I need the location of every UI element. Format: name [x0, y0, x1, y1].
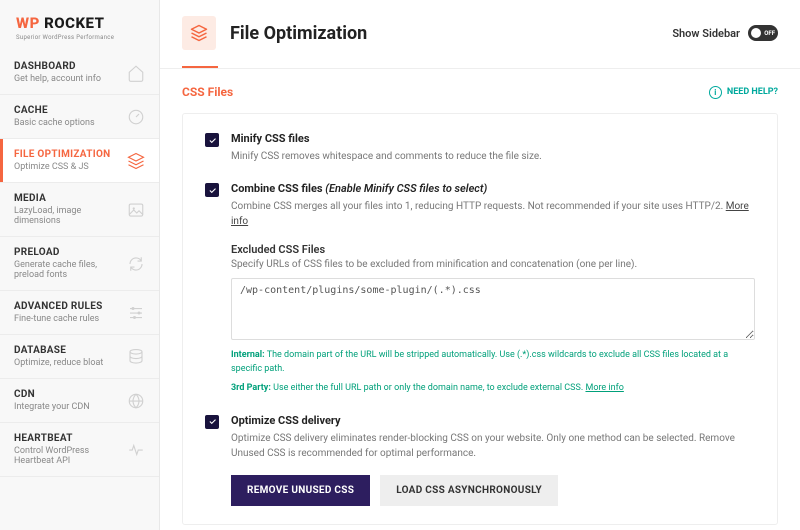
layers-icon — [182, 16, 216, 50]
nav-title: CACHE — [14, 105, 127, 116]
home-icon — [127, 64, 145, 82]
nav-title: CDN — [14, 389, 127, 400]
heartbeat-icon — [127, 441, 145, 459]
sliders-icon — [127, 304, 145, 322]
optimize-css-title: Optimize CSS delivery — [231, 414, 755, 427]
layers-icon — [127, 152, 145, 170]
minify-css-checkbox[interactable] — [205, 133, 219, 147]
need-help-link[interactable]: i NEED HELP? — [709, 86, 778, 99]
header: File Optimization Show Sidebar OFF — [160, 0, 800, 66]
nav-sub: Optimize CSS & JS — [14, 162, 127, 172]
logo-rocket: ROCKET — [44, 14, 104, 32]
info-icon: i — [709, 86, 722, 99]
optimize-css-checkbox[interactable] — [205, 415, 219, 429]
nav-title: PRELOAD — [14, 247, 127, 258]
logo-wp: WP — [16, 14, 40, 32]
nav: DASHBOARD Get help, account info CACHE Basi… — [0, 51, 159, 530]
combine-css-checkbox[interactable] — [205, 183, 219, 197]
globe-icon — [127, 392, 145, 410]
nav-sub: Integrate your CDN — [14, 402, 127, 412]
gauge-icon — [127, 108, 145, 126]
excluded-hint-internal: Internal: The domain part of the URL wil… — [231, 349, 755, 376]
sidebar-item-database[interactable]: DATABASE Optimize, reduce bloat — [0, 335, 159, 379]
option-optimize-css: Optimize CSS delivery Optimize CSS deliv… — [205, 414, 755, 506]
nav-sub: Fine-tune cache rules — [14, 314, 127, 324]
sidebar-item-heartbeat[interactable]: HEARTBEAT Control WordPress Heartbeat API — [0, 423, 159, 477]
toggle-off-label: OFF — [764, 30, 775, 37]
toggle-switch[interactable]: OFF — [748, 25, 778, 41]
nav-title: DASHBOARD — [14, 61, 127, 72]
sidebar: WP ROCKET Superior WordPress Performance… — [0, 0, 160, 530]
sidebar-item-media[interactable]: MEDIA LazyLoad, image dimensions — [0, 183, 159, 237]
nav-title: ADVANCED RULES — [14, 301, 127, 312]
need-help-label: NEED HELP? — [727, 87, 778, 97]
nav-sub: LazyLoad, image dimensions — [14, 206, 127, 226]
nav-sub: Basic cache options — [14, 118, 127, 128]
css-files-panel: Minify CSS files Minify CSS removes whit… — [182, 113, 778, 525]
sidebar-item-cdn[interactable]: CDN Integrate your CDN — [0, 379, 159, 423]
sidebar-item-preload[interactable]: PRELOAD Generate cache files, preload fon… — [0, 237, 159, 291]
nav-title: HEARTBEAT — [14, 433, 127, 444]
page-title: File Optimization — [230, 23, 658, 44]
refresh-icon — [127, 255, 145, 273]
sidebar-item-cache[interactable]: CACHE Basic cache options — [0, 95, 159, 139]
combine-css-title: Combine CSS files (Enable Minify CSS fil… — [231, 182, 755, 195]
minify-css-desc: Minify CSS removes whitespace and commen… — [231, 149, 755, 164]
combine-css-desc: Combine CSS merges all your files into 1… — [231, 199, 755, 229]
excluded-css-textarea[interactable] — [231, 278, 755, 340]
logo: WP ROCKET Superior WordPress Performance — [0, 0, 159, 51]
excluded-css-desc: Specify URLs of CSS files to be excluded… — [231, 259, 755, 270]
nav-title: DATABASE — [14, 345, 127, 356]
excluded-css-block: Excluded CSS Files Specify URLs of CSS f… — [231, 243, 755, 396]
option-minify-css: Minify CSS files Minify CSS removes whit… — [205, 132, 755, 164]
nav-title: MEDIA — [14, 193, 127, 204]
sidebar-item-dashboard[interactable]: DASHBOARD Get help, account info — [0, 51, 159, 95]
section-title: CSS Files — [182, 85, 233, 99]
show-sidebar-toggle[interactable]: Show Sidebar OFF — [672, 25, 778, 41]
optimize-css-desc: Optimize CSS delivery eliminates render-… — [231, 431, 755, 461]
sidebar-item-file-optimization[interactable]: FILE OPTIMIZATION Optimize CSS & JS — [0, 139, 159, 183]
more-info-link[interactable]: More info — [585, 383, 623, 393]
logo-tagline: Superior WordPress Performance — [16, 34, 143, 41]
load-css-async-button[interactable]: LOAD CSS ASYNCHRONOUSLY — [380, 475, 558, 506]
show-sidebar-label: Show Sidebar — [672, 27, 740, 40]
excluded-hint-3rdparty: 3rd Party: Use either the full URL path … — [231, 382, 755, 396]
excluded-css-title: Excluded CSS Files — [231, 243, 755, 256]
nav-title: FILE OPTIMIZATION — [14, 149, 127, 160]
nav-sub: Optimize, reduce bloat — [14, 358, 127, 368]
minify-css-title: Minify CSS files — [231, 132, 755, 145]
remove-unused-css-button[interactable]: REMOVE UNUSED CSS — [231, 475, 370, 506]
database-icon — [127, 348, 145, 366]
nav-sub: Generate cache files, preload fonts — [14, 260, 127, 280]
nav-sub: Get help, account info — [14, 74, 127, 84]
nav-sub: Control WordPress Heartbeat API — [14, 446, 127, 466]
option-combine-css: Combine CSS files (Enable Minify CSS fil… — [205, 182, 755, 396]
sidebar-item-advanced-rules[interactable]: ADVANCED RULES Fine-tune cache rules — [0, 291, 159, 335]
image-icon — [127, 201, 145, 219]
main: File Optimization Show Sidebar OFF CSS F… — [160, 0, 800, 530]
content: CSS Files i NEED HELP? Minify CSS files … — [160, 69, 800, 530]
